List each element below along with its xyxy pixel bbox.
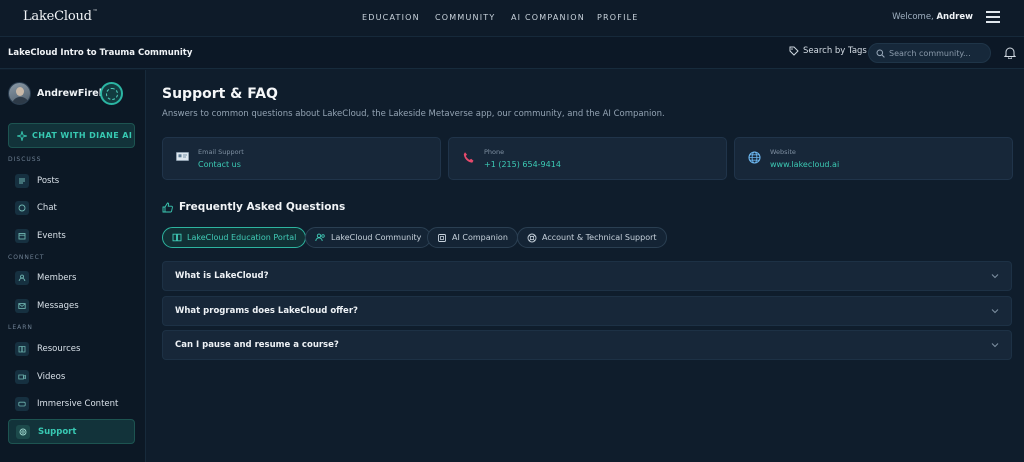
book-icon <box>15 341 29 356</box>
top-navbar: LakeCloud™ EDUCATION COMMUNITY AI COMPAN… <box>0 0 1024 37</box>
chevron-down-icon <box>991 309 999 314</box>
tab-account-technical-support[interactable]: Account & Technical Support <box>517 227 667 248</box>
search-icon <box>876 49 885 58</box>
sidebar-item-chat[interactable]: Chat <box>8 195 135 220</box>
page-title: Support & FAQ <box>162 86 278 102</box>
tag-icon <box>789 46 799 56</box>
welcome-text: Welcome, Andrew <box>892 12 973 22</box>
main-content: Support & FAQ Answers to common question… <box>147 70 1024 462</box>
contact-card-phone[interactable]: Phone +1 (215) 654-9414 <box>448 137 727 180</box>
members-icon <box>15 270 29 285</box>
search-input[interactable] <box>889 47 987 60</box>
video-icon <box>15 369 29 384</box>
sidebar-item-resources[interactable]: Resources <box>8 336 135 361</box>
section-label-learn: LEARN <box>8 324 33 331</box>
logo[interactable]: LakeCloud™ <box>23 9 98 24</box>
chevron-down-icon <box>991 343 999 348</box>
chat-with-diane-button[interactable]: CHAT WITH DIANE AI <box>8 123 135 148</box>
contact-us-link[interactable]: Contact us <box>198 160 241 169</box>
book-icon <box>172 233 182 242</box>
sparkle-icon <box>17 130 27 141</box>
vr-icon <box>15 396 29 411</box>
chevron-down-icon <box>991 274 999 279</box>
chat-icon <box>15 200 29 215</box>
progress-ring-icon[interactable] <box>100 82 123 105</box>
bell-icon[interactable] <box>1004 46 1016 59</box>
faq-question[interactable]: What is LakeCloud? <box>162 261 1012 291</box>
contact-card-email[interactable]: Email Support Contact us <box>162 137 441 180</box>
faq-heading: Frequently Asked Questions <box>162 201 345 213</box>
search-by-tags-button[interactable]: Search by Tags <box>789 46 867 56</box>
calendar-icon <box>15 228 29 243</box>
website-link[interactable]: www.lakecloud.ai <box>770 160 839 169</box>
globe-icon <box>748 151 761 164</box>
members-icon <box>315 233 325 242</box>
faq-question[interactable]: What programs does LakeCloud offer? <box>162 296 1012 326</box>
sidebar: AndrewFirek CHAT WITH DIANE AI DISCUSS P… <box>0 70 146 462</box>
page-subtitle: Answers to common questions about LakeCl… <box>162 109 665 119</box>
sidebar-item-members[interactable]: Members <box>8 265 135 290</box>
community-search[interactable] <box>868 43 991 63</box>
nav-ai-companion[interactable]: AI COMPANION <box>511 13 585 22</box>
thumbs-up-icon <box>162 202 173 212</box>
sidebar-item-posts[interactable]: Posts <box>8 168 135 193</box>
profile-name[interactable]: AndrewFirek <box>37 88 105 99</box>
section-label-discuss: DISCUSS <box>8 156 42 163</box>
contact-card-website[interactable]: Website www.lakecloud.ai <box>734 137 1013 180</box>
faq-question[interactable]: Can I pause and resume a course? <box>162 330 1012 360</box>
support-icon <box>16 424 30 439</box>
nav-community[interactable]: COMMUNITY <box>435 13 495 22</box>
menu-icon[interactable] <box>986 11 1000 23</box>
nav-profile[interactable]: PROFILE <box>597 13 639 22</box>
mail-icon <box>15 298 29 313</box>
phone-icon <box>463 152 474 163</box>
email-icon <box>176 152 189 161</box>
sidebar-item-videos[interactable]: Videos <box>8 364 135 389</box>
tab-education-portal[interactable]: LakeCloud Education Portal <box>162 227 307 248</box>
posts-icon <box>15 173 29 188</box>
avatar[interactable] <box>8 82 31 105</box>
sidebar-item-immersive-content[interactable]: Immersive Content <box>8 391 135 416</box>
community-title: LakeCloud Intro to Trauma Community <box>8 48 193 58</box>
sidebar-item-events[interactable]: Events <box>8 223 135 248</box>
sidebar-item-support[interactable]: Support <box>8 419 135 444</box>
tab-lakecloud-community[interactable]: LakeCloud Community <box>305 227 432 248</box>
lifebuoy-icon <box>527 233 537 242</box>
nav-education[interactable]: EDUCATION <box>362 13 420 22</box>
section-label-connect: CONNECT <box>8 254 45 261</box>
sidebar-item-messages[interactable]: Messages <box>8 293 135 318</box>
chip-icon <box>438 233 446 242</box>
tab-ai-companion[interactable]: AI Companion <box>427 227 518 248</box>
phone-link[interactable]: +1 (215) 654-9414 <box>484 160 561 169</box>
